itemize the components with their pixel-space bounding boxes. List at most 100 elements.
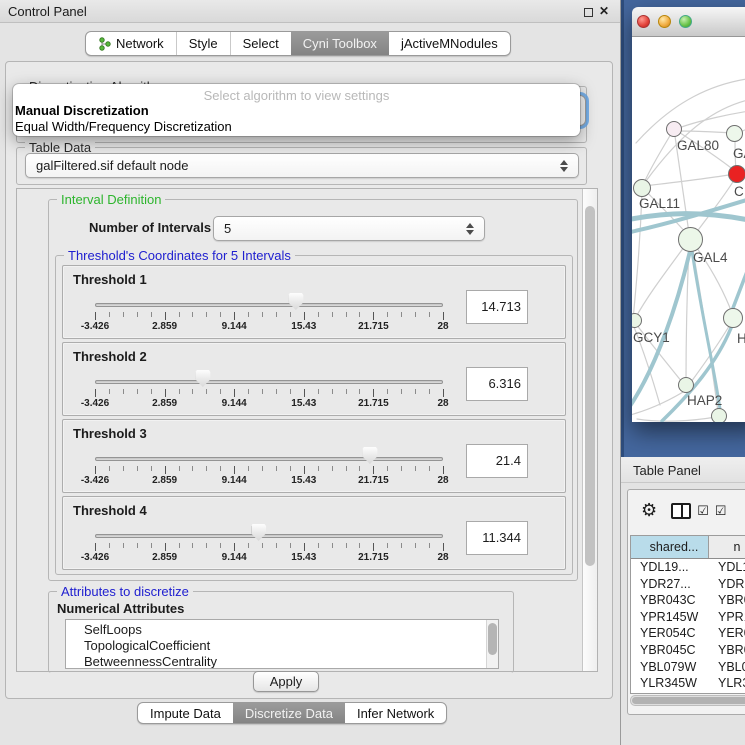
slider-ticks <box>95 312 443 321</box>
network-node-h[interactable] <box>723 308 743 328</box>
minimize-traffic-light-icon[interactable] <box>658 15 671 28</box>
network-node[interactable] <box>711 408 727 422</box>
vertical-scrollbar[interactable] <box>582 189 597 671</box>
combo-stepper-icon[interactable] <box>466 217 477 240</box>
network-node-gal80[interactable] <box>666 121 682 137</box>
table-row[interactable]: YER054CYER0 <box>631 625 745 642</box>
slider-track[interactable] <box>95 380 443 384</box>
table-row[interactable]: YIL052CYIL0 <box>631 692 745 694</box>
algorithm-option-equal-width-frequency-discretization[interactable]: Equal Width/Frequency Discretization <box>15 119 232 134</box>
network-canvas[interactable]: GAL80GACGAL11GAL4GCY1HHAP2 <box>632 37 745 422</box>
list-item-selfloops[interactable]: SelfLoops <box>66 622 486 638</box>
table-row[interactable]: YLR345WYLR3 <box>631 675 745 692</box>
table-row[interactable]: YBL079WYBL0 <box>631 659 745 676</box>
top-tab-bar: NetworkStyleSelectCyni ToolboxjActiveMNo… <box>85 31 511 56</box>
tick-label: -3.426 <box>81 321 109 332</box>
column-header-shared[interactable]: shared... <box>631 536 709 558</box>
close-traffic-light-icon[interactable] <box>637 15 650 28</box>
threshold-value-field[interactable]: 14.713 <box>466 290 528 324</box>
table-row[interactable]: YDL19...YDL1 <box>631 559 745 576</box>
table-row[interactable]: YBR045CYBR0 <box>631 642 745 659</box>
network-window[interactable]: GAL80GACGAL11GAL4GCY1HHAP2 <box>632 7 745 422</box>
network-node-hap2[interactable] <box>678 377 694 393</box>
attributes-group: Attributes to discretize Numerical Attri… <box>48 591 514 673</box>
combo-stepper-icon[interactable] <box>560 154 571 177</box>
tick-label: 9.144 <box>222 321 247 332</box>
list-item-topologicalcoefficient[interactable]: TopologicalCoefficient <box>66 638 486 654</box>
network-node-c[interactable] <box>728 165 745 183</box>
table-cell[interactable]: YBR0 <box>709 642 745 659</box>
close-icon[interactable]: ✕ <box>599 4 609 18</box>
threshold-label: Threshold 2 <box>73 349 147 364</box>
threshold-value-field[interactable]: 6.316 <box>466 367 528 401</box>
slider-ticks <box>95 466 443 475</box>
table-cell[interactable]: YPR145W <box>631 609 709 626</box>
horizontal-scrollbar[interactable] <box>630 695 745 706</box>
table-cell[interactable]: YBR043C <box>631 592 709 609</box>
table-cell[interactable]: YDR27... <box>631 576 709 593</box>
network-node-gcy1[interactable] <box>632 313 642 328</box>
table-cell[interactable]: YLR345W <box>631 675 709 692</box>
table-row[interactable]: YDR27...YDR2 <box>631 576 745 593</box>
slider-track[interactable] <box>95 534 443 538</box>
slider-track[interactable] <box>95 457 443 461</box>
gear-icon[interactable]: ⚙ <box>641 502 657 520</box>
numerical-attributes-list[interactable]: SelfLoopsTopologicalCoefficientBetweenne… <box>65 619 499 669</box>
float-window-icon[interactable] <box>584 8 593 17</box>
table-cell[interactable]: YPR1 <box>709 609 745 626</box>
table-cell[interactable]: YBL079W <box>631 659 709 676</box>
network-node-ga[interactable] <box>726 125 743 142</box>
table-cell[interactable]: YLR3 <box>709 675 745 692</box>
node-table[interactable]: shared...nYDL19...YDL1YDR27...YDR2YBR043… <box>630 535 745 694</box>
tab-network[interactable]: Network <box>86 32 176 55</box>
table-cell[interactable]: YBL0 <box>709 659 745 676</box>
slider-thumb[interactable] <box>288 293 303 310</box>
table-row[interactable]: YPR145WYPR1 <box>631 609 745 626</box>
threshold-value-field[interactable]: 21.4 <box>466 444 528 478</box>
table-panel-title: Table Panel <box>633 463 701 478</box>
table-cell[interactable]: YDL1 <box>709 559 745 576</box>
table-cell[interactable]: YER0 <box>709 625 745 642</box>
tick-label: 15.43 <box>291 475 316 486</box>
table-cell[interactable]: YDR2 <box>709 576 745 593</box>
column-header-n[interactable]: n <box>709 536 745 558</box>
threshold-label: Threshold 3 <box>73 426 147 441</box>
apply-button[interactable]: Apply <box>253 671 319 692</box>
bottom-tab-discretize-data[interactable]: Discretize Data <box>233 703 345 723</box>
tab-jactivemnodules[interactable]: jActiveMNodules <box>389 32 510 55</box>
horizontal-scrollbar-thumb[interactable] <box>632 697 745 704</box>
split-pane-icon[interactable] <box>671 503 691 519</box>
bottom-tab-impute-data[interactable]: Impute Data <box>138 703 233 723</box>
table-cell[interactable]: YIL0 <box>709 692 745 694</box>
tick-label: 28 <box>437 475 448 486</box>
checkbox-icon[interactable]: ☑ <box>715 505 727 518</box>
list-item-betweennesscentrality[interactable]: BetweennessCentrality <box>66 654 486 669</box>
threshold-value-field[interactable]: 11.344 <box>466 521 528 555</box>
slider-track[interactable] <box>95 303 443 307</box>
tab-cyni-toolbox[interactable]: Cyni Toolbox <box>291 32 389 55</box>
table-cell[interactable]: YBR045C <box>631 642 709 659</box>
network-node-gal4[interactable] <box>678 227 703 252</box>
list-scrollbar[interactable] <box>486 620 498 668</box>
list-scrollbar-thumb[interactable] <box>488 623 497 655</box>
zoom-traffic-light-icon[interactable] <box>679 15 692 28</box>
slider-thumb[interactable] <box>362 447 377 464</box>
vertical-scrollbar-thumb[interactable] <box>585 206 595 566</box>
table-cell[interactable]: YIL052C <box>631 692 709 694</box>
algorithm-option-manual-discretization[interactable]: Manual Discretization <box>15 103 149 118</box>
tab-select[interactable]: Select <box>230 32 291 55</box>
table-data-combo[interactable]: galFiltered.sif default node <box>25 153 579 178</box>
table-row[interactable]: YBR043CYBR0 <box>631 592 745 609</box>
slider-thumb[interactable] <box>251 524 266 541</box>
table-cell[interactable]: YDL19... <box>631 559 709 576</box>
bottom-tab-infer-network[interactable]: Infer Network <box>345 703 446 723</box>
checkbox-icon[interactable]: ☑ <box>697 505 709 518</box>
slider-thumb[interactable] <box>195 370 210 387</box>
tab-style[interactable]: Style <box>176 32 230 55</box>
network-node-gal11[interactable] <box>633 179 651 197</box>
table-toolbar: ⚙ ☑ ☑ <box>628 490 745 532</box>
intervals-combo[interactable]: 5 <box>213 216 485 241</box>
table-cell[interactable]: YER054C <box>631 625 709 642</box>
table-cell[interactable]: YBR0 <box>709 592 745 609</box>
network-window-titlebar[interactable] <box>632 7 745 37</box>
